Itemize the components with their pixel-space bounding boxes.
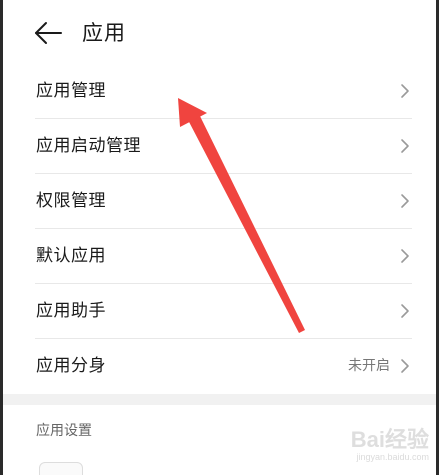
back-button[interactable]	[33, 19, 65, 47]
settings-screen: 应用 应用管理 应用启动管理 权限管理 默认应用 应用助手 应用分身 未开启 应…	[3, 0, 436, 475]
list-item-label: 应用分身	[36, 356, 106, 376]
list-item-permission-management[interactable]: 权限管理	[3, 174, 436, 229]
chevron-right-icon	[400, 138, 410, 154]
watermark-logo: Bai经验	[350, 427, 429, 452]
list-item-label: 应用助手	[36, 301, 106, 321]
list-item-label: 应用管理	[36, 81, 106, 101]
settings-list: 应用管理 应用启动管理 权限管理 默认应用 应用助手 应用分身 未开启	[3, 64, 436, 394]
list-item-label: 权限管理	[36, 191, 106, 211]
chevron-right-icon	[400, 303, 410, 319]
chevron-right-icon	[400, 83, 410, 99]
chevron-right-icon	[400, 358, 410, 374]
list-item-app-twin[interactable]: 应用分身 未开启	[3, 339, 436, 394]
list-item-label: 默认应用	[36, 246, 106, 266]
arrow-left-icon	[35, 22, 62, 44]
watermark: Bai经验 jingyan.baidu.com	[323, 427, 433, 467]
section-header-app-settings: 应用设置	[36, 423, 92, 439]
watermark-url: jingyan.baidu.com	[356, 452, 429, 462]
list-item-default-apps[interactable]: 默认应用	[3, 229, 436, 284]
list-item-label: 应用启动管理	[36, 136, 141, 156]
page-title: 应用	[82, 21, 126, 45]
list-item-app-management[interactable]: 应用管理	[3, 64, 436, 119]
header-bar: 应用	[3, 0, 436, 66]
chevron-right-icon	[400, 248, 410, 264]
section-divider	[3, 394, 436, 405]
partial-list-item-icon	[39, 462, 83, 475]
list-item-status: 未开启	[348, 358, 390, 374]
list-item-app-assistant[interactable]: 应用助手	[3, 284, 436, 339]
list-item-app-startup-management[interactable]: 应用启动管理	[3, 119, 436, 174]
chevron-right-icon	[400, 193, 410, 209]
